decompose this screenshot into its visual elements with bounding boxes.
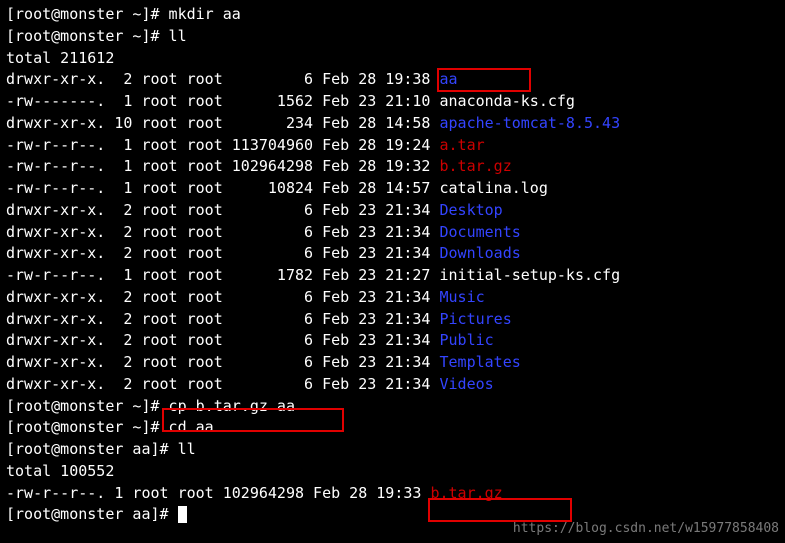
prompt-text: [root@monster ~]# cp b.tar.gz aa <box>6 397 295 415</box>
prompt-text: [root@monster aa]# ll <box>6 440 196 458</box>
terminal-line: -rw-r--r--. 1 root root 113704960 Feb 28… <box>6 135 779 157</box>
terminal-line: total 211612 <box>6 48 779 70</box>
terminal-line: drwxr-xr-x. 2 root root 6 Feb 23 21:34 D… <box>6 200 779 222</box>
terminal-line: drwxr-xr-x. 2 root root 6 Feb 23 21:34 D… <box>6 243 779 265</box>
file-meta: drwxr-xr-x. 2 root root 6 Feb 28 19:38 <box>6 70 439 88</box>
terminal-line: -rw-------. 1 root root 1562 Feb 23 21:1… <box>6 91 779 113</box>
file-name: Public <box>439 331 493 349</box>
file-name: Music <box>439 288 484 306</box>
terminal-line: -rw-r--r--. 1 root root 10824 Feb 28 14:… <box>6 178 779 200</box>
file-meta: -rw-r--r--. 1 root root 1782 Feb 23 21:2… <box>6 266 439 284</box>
terminal-line: total 100552 <box>6 461 779 483</box>
cursor <box>178 506 187 523</box>
file-meta: drwxr-xr-x. 2 root root 6 Feb 23 21:34 <box>6 223 439 241</box>
file-meta: drwxr-xr-x. 10 root root 234 Feb 28 14:5… <box>6 114 439 132</box>
file-name: b.tar.gz <box>439 157 511 175</box>
prompt-text: [root@monster ~]# ll <box>6 27 187 45</box>
file-meta: -rw-r--r--. 1 root root 10824 Feb 28 14:… <box>6 179 439 197</box>
terminal-line: drwxr-xr-x. 2 root root 6 Feb 28 19:38 a… <box>6 69 779 91</box>
terminal-line: [root@monster ~]# cp b.tar.gz aa <box>6 396 779 418</box>
file-name: aa <box>439 70 457 88</box>
file-name: Pictures <box>439 310 511 328</box>
terminal-line: drwxr-xr-x. 10 root root 234 Feb 28 14:5… <box>6 113 779 135</box>
file-meta: drwxr-xr-x. 2 root root 6 Feb 23 21:34 <box>6 244 439 262</box>
terminal-line: drwxr-xr-x. 2 root root 6 Feb 23 21:34 V… <box>6 374 779 396</box>
file-name: Videos <box>439 375 493 393</box>
file-name: apache-tomcat-8.5.43 <box>439 114 620 132</box>
file-name: Documents <box>439 223 520 241</box>
terminal-line: [root@monster ~]# cd aa <box>6 417 779 439</box>
terminal-line: -rw-r--r--. 1 root root 1782 Feb 23 21:2… <box>6 265 779 287</box>
file-name: Downloads <box>439 244 520 262</box>
terminal-line: -rw-r--r--. 1 root root 102964298 Feb 28… <box>6 156 779 178</box>
file-meta: drwxr-xr-x. 2 root root 6 Feb 23 21:34 <box>6 331 439 349</box>
file-name: a.tar <box>439 136 484 154</box>
file-meta: drwxr-xr-x. 2 root root 6 Feb 23 21:34 <box>6 201 439 219</box>
file-meta: -rw-r--r--. 1 root root 102964298 Feb 28… <box>6 484 430 502</box>
prompt-text: [root@monster ~]# cd aa <box>6 418 214 436</box>
file-meta: -rw-r--r--. 1 root root 102964298 Feb 28… <box>6 157 439 175</box>
terminal-line: [root@monster aa]# ll <box>6 439 779 461</box>
terminal-line: drwxr-xr-x. 2 root root 6 Feb 23 21:34 M… <box>6 287 779 309</box>
terminal-line: [root@monster ~]# mkdir aa <box>6 4 779 26</box>
prompt-text: [root@monster ~]# mkdir aa <box>6 5 241 23</box>
prompt-text: [root@monster aa]# <box>6 505 178 523</box>
terminal-line: drwxr-xr-x. 2 root root 6 Feb 23 21:34 D… <box>6 222 779 244</box>
file-name: initial-setup-ks.cfg <box>439 266 620 284</box>
terminal-output[interactable]: [root@monster ~]# mkdir aa [root@monster … <box>6 4 779 526</box>
file-meta: drwxr-xr-x. 2 root root 6 Feb 23 21:34 <box>6 353 439 371</box>
file-name: Desktop <box>439 201 502 219</box>
file-name: b.tar.gz <box>430 484 502 502</box>
terminal-line: -rw-r--r--. 1 root root 102964298 Feb 28… <box>6 483 779 505</box>
file-meta: drwxr-xr-x. 2 root root 6 Feb 23 21:34 <box>6 310 439 328</box>
terminal-line: [root@monster ~]# ll <box>6 26 779 48</box>
file-name: Templates <box>439 353 520 371</box>
file-meta: drwxr-xr-x. 2 root root 6 Feb 23 21:34 <box>6 375 439 393</box>
file-meta: -rw-r--r--. 1 root root 113704960 Feb 28… <box>6 136 439 154</box>
file-name: catalina.log <box>439 179 547 197</box>
watermark-text: https://blog.csdn.net/w15977858408 <box>513 520 779 539</box>
terminal-line: drwxr-xr-x. 2 root root 6 Feb 23 21:34 P… <box>6 309 779 331</box>
terminal-line: drwxr-xr-x. 2 root root 6 Feb 23 21:34 P… <box>6 330 779 352</box>
file-name: anaconda-ks.cfg <box>439 92 574 110</box>
terminal-line: drwxr-xr-x. 2 root root 6 Feb 23 21:34 T… <box>6 352 779 374</box>
file-meta: -rw-------. 1 root root 1562 Feb 23 21:1… <box>6 92 439 110</box>
file-meta: drwxr-xr-x. 2 root root 6 Feb 23 21:34 <box>6 288 439 306</box>
